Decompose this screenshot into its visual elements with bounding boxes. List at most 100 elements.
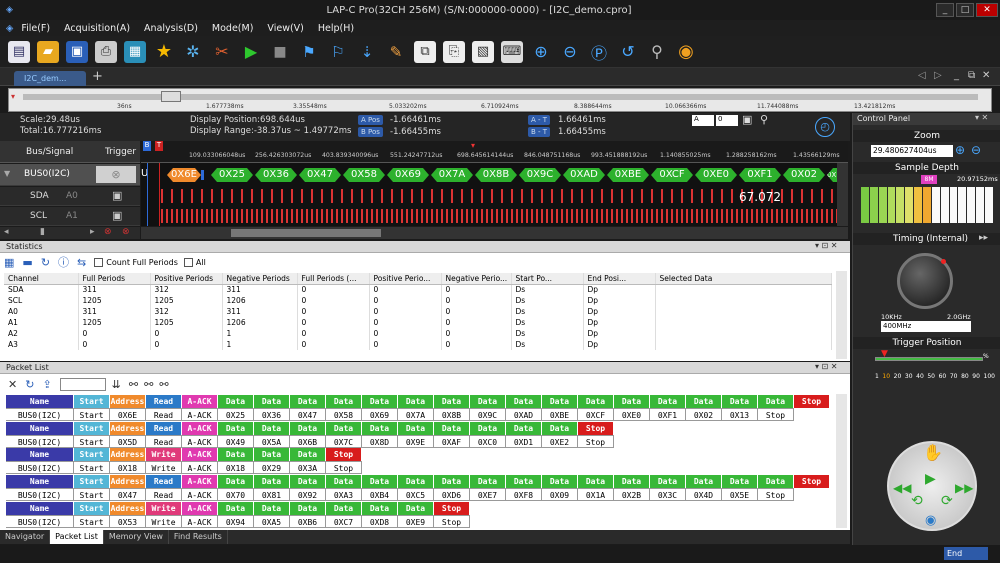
col-header[interactable]: Start Po...	[511, 273, 584, 285]
sample-depth-bars[interactable]	[861, 187, 993, 223]
packet-refresh-icon[interactable]: ↻	[25, 378, 34, 391]
col-header[interactable]: Negative Periods	[222, 273, 298, 285]
add-tab-icon[interactable]: +	[92, 69, 103, 84]
packet-value-row[interactable]: BUS0(I2C) Start 0X18 Write A-ACK 0X18 0X29 0X3A…	[6, 461, 362, 475]
nav-hand-icon[interactable]: ✋	[923, 443, 943, 462]
signal-scroll-left-icon[interactable]: ◂	[4, 227, 9, 237]
packet-header-row[interactable]: Name Start Address Read A-ACK Data Data Data Dat…	[6, 421, 614, 435]
bus-packet-address[interactable]: 0X6E	[167, 168, 201, 182]
tools-icon[interactable]: ✂	[211, 41, 233, 63]
bus-packet[interactable]: 0X25	[211, 168, 253, 182]
tab-navigator[interactable]: Navigator	[0, 530, 51, 544]
print-icon[interactable]: ⎙	[95, 40, 117, 63]
settings-small-icon[interactable]: ⊗	[122, 227, 130, 237]
col-header[interactable]: End Posi...	[583, 273, 656, 285]
packet-value-row[interactable]: BUS0(I2C) Start 0X5D Read A-ACK 0X49 0X5A 0X6B 0…	[6, 434, 614, 448]
keyboard-icon[interactable]: ⌨	[501, 40, 523, 63]
stat-bar-icon[interactable]: ▬	[22, 256, 32, 269]
minimize-button[interactable]: _	[936, 3, 954, 17]
table-row[interactable]: SCL 1205 1205 1206 0 0 0 Ds Dp	[4, 295, 832, 306]
table-row[interactable]: SDA 311 312 311 0 0 0 Ds Dp	[4, 284, 832, 295]
col-header[interactable]: Channel	[4, 273, 79, 285]
b-t-badge[interactable]: B - T	[528, 127, 551, 137]
waveform-area[interactable]: B T ▾ 109.033066048us 256.426303072us 40…	[141, 141, 848, 226]
bus-packet[interactable]: 0XCF	[651, 168, 693, 182]
signal-row-sda[interactable]: SDA A0 ▣	[0, 187, 140, 206]
statistics-scrollbar[interactable]	[836, 271, 847, 359]
stat-refresh-icon[interactable]: ↻	[41, 256, 50, 269]
stat-table-icon[interactable]: ▦	[4, 256, 14, 269]
stat-info-icon[interactable]: ⓘ	[58, 254, 69, 270]
undo-icon[interactable]: ↺	[617, 41, 639, 63]
tab-minimize-icon[interactable]: _	[954, 70, 959, 81]
packet-sort-icon[interactable]: ⇊	[112, 378, 121, 391]
signal-scroll-right-icon[interactable]: ▸	[90, 227, 95, 237]
packet-header-row[interactable]: Name Start Address Read A-ACK Data Data Data Dat…	[6, 395, 830, 408]
save-icon[interactable]: ▣	[66, 40, 88, 63]
menu-acquisition[interactable]: Acquisition(A)	[64, 23, 130, 34]
trigger-position-thumb[interactable]: ▼	[881, 349, 888, 359]
table-row[interactable]: A1 1205 1205 1206 0 0 0 Ds Dp	[4, 317, 832, 328]
tab-restore-icon[interactable]: ⧉	[968, 70, 975, 81]
cursor-icon[interactable]: ⇣	[356, 41, 378, 63]
sda-trigger-icon[interactable]: ▣	[112, 189, 122, 202]
col-header[interactable]: Positive Perio...	[369, 273, 442, 285]
expand-icon[interactable]: ▼	[4, 169, 10, 178]
bus-packet[interactable]: 0X7A	[431, 168, 473, 182]
bus-packet[interactable]: 0X58	[343, 168, 385, 182]
bus-packet[interactable]: 0X9C	[519, 168, 561, 182]
star-icon[interactable]: ★	[153, 41, 175, 63]
copy-icon[interactable]: ⧉	[414, 40, 436, 63]
image-icon[interactable]: ▧	[472, 40, 494, 63]
packet-scrollbar[interactable]	[836, 394, 847, 528]
b-pos-badge[interactable]: B Pos	[358, 127, 383, 137]
nav-cycle-icon[interactable]: ⟲	[911, 493, 923, 509]
maximize-button[interactable]: □	[956, 3, 974, 17]
open-icon[interactable]: ▰	[37, 40, 59, 63]
zoom-out-icon[interactable]: ⊖	[559, 41, 581, 63]
packet-value-row[interactable]: BUS0(I2C) Start 0X6E Read A-ACK 0X25 0X36 0X47 0…	[6, 408, 794, 421]
packet-search-input[interactable]	[59, 377, 106, 391]
menu-file[interactable]: File(F)	[21, 23, 50, 34]
bus-packet[interactable]: 0XBE	[607, 168, 649, 182]
bus-packet[interactable]: 0X47	[299, 168, 341, 182]
scl-trigger-icon[interactable]: ▣	[112, 209, 122, 222]
packet-tools-icon[interactable]: ✕	[8, 378, 17, 391]
count-full-checkbox[interactable]	[94, 257, 104, 267]
stop-icon[interactable]: ■	[269, 41, 291, 63]
bus-packet[interactable]: 0XE0	[695, 168, 737, 182]
wave-hscroll-thumb[interactable]	[231, 229, 381, 237]
menu-mode[interactable]: Mode(M)	[212, 23, 254, 34]
wave-vscroll[interactable]	[837, 163, 848, 226]
a-t-badge[interactable]: A - T	[528, 115, 551, 125]
eraser-icon[interactable]: ✎	[385, 41, 407, 63]
bus-packet[interactable]: 0XAD	[563, 168, 605, 182]
bus-trigger-icon[interactable]: ⊗	[96, 166, 136, 183]
new-icon[interactable]: ▤	[8, 40, 30, 63]
timing-expand-icon[interactable]: ▸▸	[979, 233, 988, 243]
cursor-t-marker[interactable]: T	[155, 141, 163, 151]
tab-packet-list[interactable]: Packet List	[50, 530, 104, 544]
bus-packet[interactable]: 0X02	[783, 168, 825, 182]
delete-icon[interactable]: ⊗	[104, 227, 112, 237]
wave-hscroll[interactable]	[141, 227, 848, 239]
cursor-b-marker[interactable]: B	[143, 141, 151, 151]
packet-find-next-icon[interactable]: ⚯	[159, 378, 168, 391]
record-icon[interactable]: ◉	[675, 41, 697, 63]
control-panel-close-icon[interactable]: ▾ ✕	[975, 113, 988, 122]
packet-header-row[interactable]: Name Start Address Write A-ACK Data Data Data Da…	[6, 501, 470, 515]
bus-packet[interactable]: 0X69	[387, 168, 429, 182]
col-header[interactable]: Negative Perio...	[441, 273, 512, 285]
tab-find-results[interactable]: Find Results	[169, 530, 228, 544]
packet-find-prev-icon[interactable]: ⚯	[144, 378, 153, 391]
tab-scroll-left-icon[interactable]: ◁	[918, 70, 926, 81]
nav-right-icon[interactable]: ▶▶	[955, 481, 973, 495]
cursor-pin-icon[interactable]: ⚲	[760, 113, 768, 126]
col-header[interactable]: Selected Data	[655, 273, 832, 285]
settings-icon[interactable]: ✲	[182, 41, 204, 63]
panel-pin-icon[interactable]: ▾ ⊡ ✕	[815, 362, 838, 371]
col-header[interactable]: Full Periods (...	[297, 273, 370, 285]
panel-pin-icon[interactable]: ▾ ⊡ ✕	[815, 241, 838, 250]
time-ruler[interactable]: B T ▾ 109.033066048us 256.426303072us 40…	[141, 141, 848, 163]
close-button[interactable]: ✕	[976, 3, 998, 17]
